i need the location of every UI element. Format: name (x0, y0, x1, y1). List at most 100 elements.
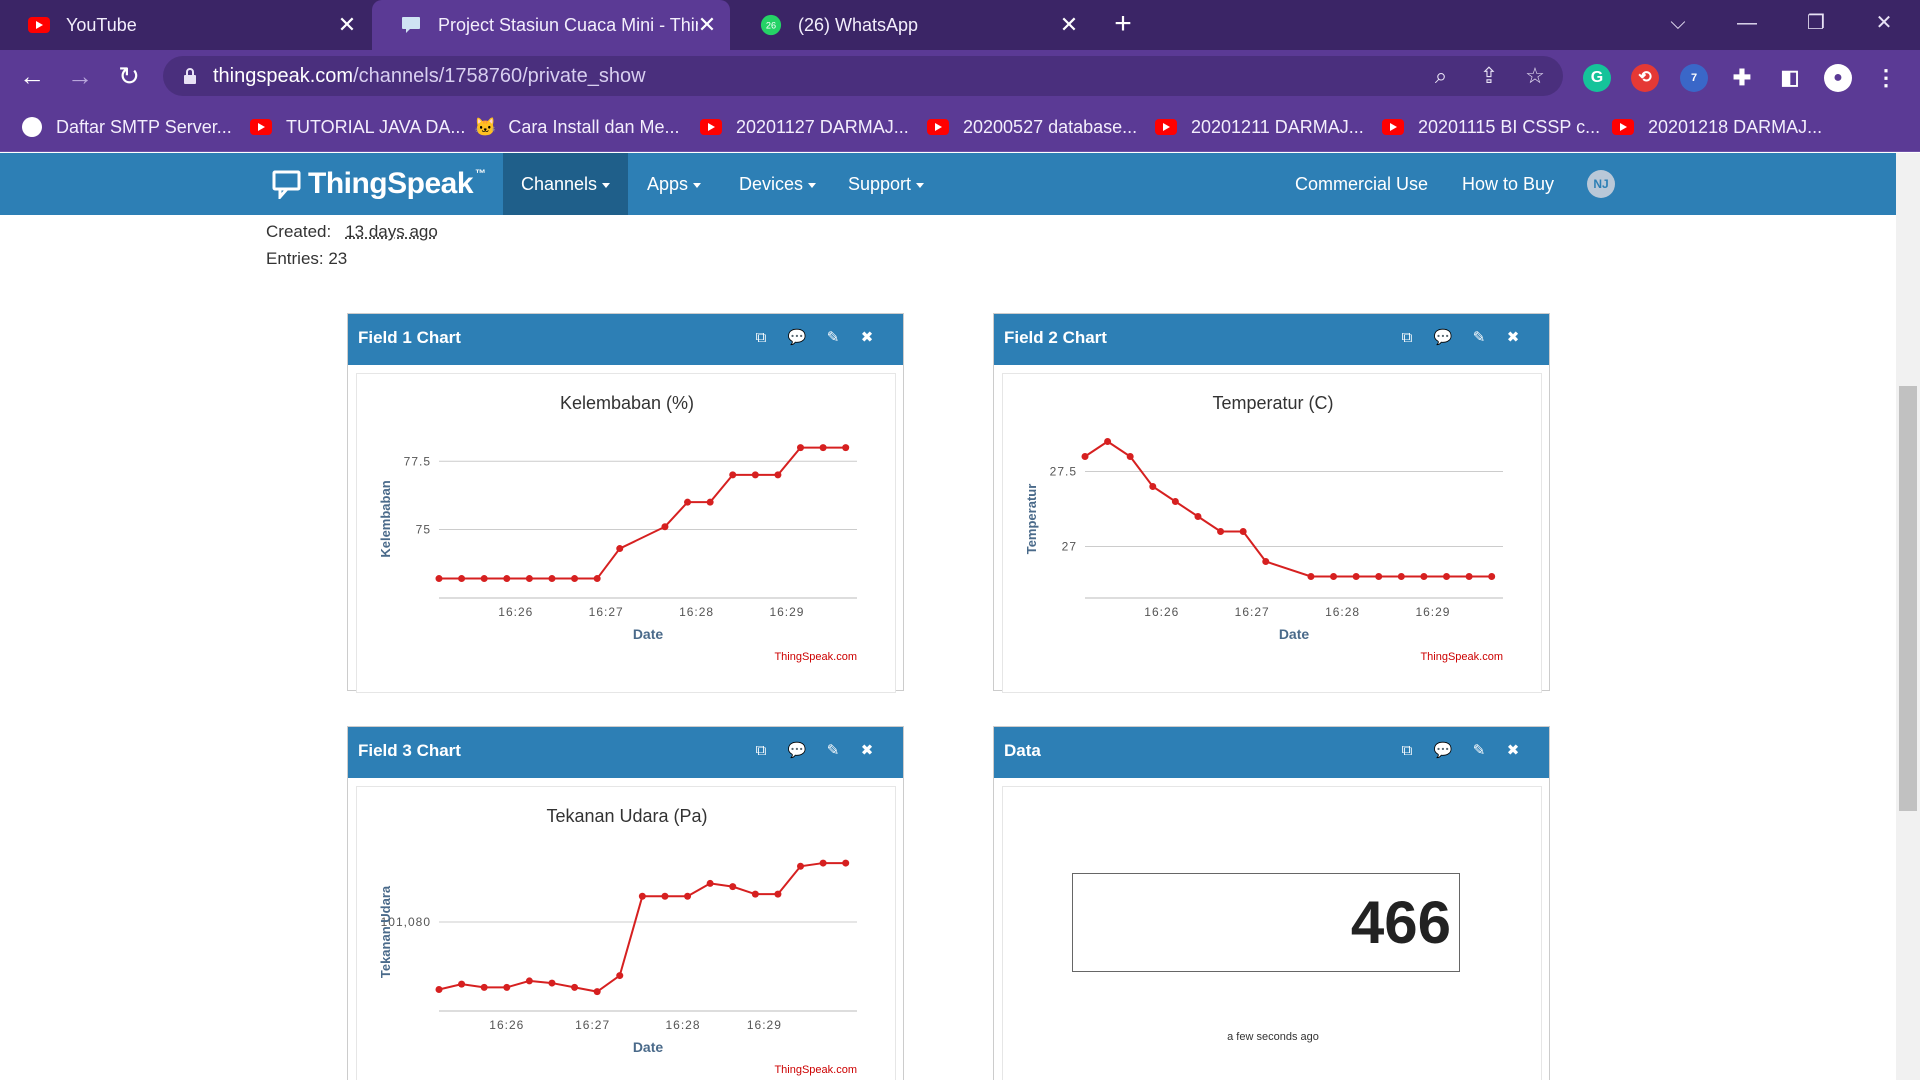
data-point (661, 523, 669, 531)
nav-commercial-use[interactable]: Commercial Use (1277, 153, 1446, 215)
nav-support[interactable]: Support (830, 153, 942, 215)
panel-title: Field 3 Chart (358, 741, 461, 760)
side-panel-icon[interactable]: ◧ (1776, 64, 1804, 92)
menu-dots-icon[interactable]: ⋮ (1872, 64, 1900, 92)
comment-icon[interactable]: 💬 (1432, 327, 1454, 349)
panel-header: Data ⧉ 💬 ✎ ✖ (994, 727, 1549, 778)
bookmark-item[interactable]: 20201127 DARMAJ... (700, 114, 909, 140)
close-icon[interactable]: ✖ (1502, 740, 1524, 762)
scrollbar[interactable] (1896, 153, 1920, 1080)
created-info: Created: 13 days ago (266, 222, 438, 241)
bookmark-item[interactable]: 🐱 Cara Install dan Me... (474, 114, 680, 140)
panel-header: Field 3 Chart ⧉ 💬 ✎ ✖ (348, 727, 903, 778)
pencil-icon[interactable]: ✎ (1468, 327, 1490, 349)
close-window-button[interactable]: ✕ (1864, 8, 1904, 38)
data-point (729, 471, 737, 479)
nav-channels[interactable]: Channels (503, 153, 629, 215)
y-axis-label: Temperatur (1024, 484, 1039, 555)
extension-badge-icon[interactable]: 7 (1680, 64, 1708, 92)
new-tab-button[interactable]: + (1108, 9, 1138, 40)
puzzle-icon[interactable]: ✚ (1728, 64, 1756, 92)
close-tab-icon[interactable]: ✕ (334, 12, 360, 38)
open-window-icon[interactable]: ⧉ (750, 740, 772, 762)
close-icon[interactable]: ✖ (856, 327, 878, 349)
restore-button[interactable]: ❐ (1796, 8, 1836, 38)
comment-icon[interactable]: 💬 (786, 740, 808, 762)
back-icon[interactable]: ← (16, 60, 48, 92)
grammarly-icon[interactable]: G (1583, 64, 1611, 92)
avatar[interactable]: NJ (1587, 170, 1615, 198)
youtube-icon (28, 14, 50, 36)
bookmark-star-icon[interactable]: ☆ (1521, 62, 1549, 90)
address-bar[interactable]: thingspeak.com/channels/1758760/private_… (163, 56, 1563, 96)
pencil-icon[interactable]: ✎ (822, 740, 844, 762)
data-point (1217, 528, 1225, 535)
page-content: ThingSpeak ™ Channels Apps Devices Suppor… (0, 153, 1920, 1080)
bookmark-item[interactable]: 20201211 DARMAJ... (1155, 114, 1364, 140)
data-point (571, 575, 579, 583)
data-point (1104, 438, 1112, 445)
scrollbar-thumb[interactable] (1899, 386, 1917, 811)
sync-extension-icon[interactable]: ⟲ (1631, 64, 1659, 92)
bookmark-item[interactable]: 20201218 DARMAJ... (1612, 114, 1822, 140)
comment-icon[interactable]: 💬 (786, 327, 808, 349)
close-tab-icon[interactable]: ✕ (694, 12, 720, 38)
nav-devices[interactable]: Devices (721, 153, 834, 215)
pencil-icon[interactable]: ✎ (1468, 740, 1490, 762)
tab-youtube[interactable]: YouTube ✕ (0, 0, 370, 50)
bookmark-item[interactable]: 20200527 database... (927, 114, 1137, 140)
data-point (503, 983, 511, 991)
series-line (438, 862, 846, 993)
open-window-icon[interactable]: ⧉ (750, 327, 772, 349)
field-3-chart-panel: Field 3 Chart ⧉ 💬 ✎ ✖ Tekanan Udara (Pa)… (347, 726, 904, 1080)
data-point (1081, 453, 1089, 460)
data-point (593, 575, 601, 583)
data-point (1262, 558, 1270, 565)
chart-credit: ThingSpeak.com (774, 651, 857, 663)
share-icon[interactable]: ⇪ (1475, 62, 1503, 90)
close-icon[interactable]: ✖ (856, 740, 878, 762)
y-tick-label: 75 (416, 522, 431, 536)
nav-how-to-buy[interactable]: How to Buy (1444, 153, 1572, 215)
tab-search-icon[interactable]: ⌵ (1658, 8, 1698, 38)
nav-apps[interactable]: Apps (629, 153, 719, 215)
reload-icon[interactable]: ↻ (113, 60, 145, 92)
bookmark-item[interactable]: 20201115 BI CSSP c... (1382, 114, 1600, 140)
forward-icon[interactable]: → (64, 60, 96, 92)
data-point (525, 977, 533, 985)
data-point (480, 983, 488, 991)
open-window-icon[interactable]: ⧉ (1396, 327, 1418, 349)
tab-thingspeak[interactable]: Project Stasiun Cuaca Mini - Thin ✕ (372, 0, 730, 50)
data-point (661, 892, 669, 900)
x-tick-label: 16:27 (1235, 605, 1270, 619)
pencil-icon[interactable]: ✎ (822, 327, 844, 349)
data-point (842, 444, 850, 452)
open-window-icon[interactable]: ⧉ (1396, 740, 1418, 762)
tab-whatsapp[interactable]: 26 (26) WhatsApp ✕ (732, 0, 1092, 50)
zoom-icon[interactable]: ⌕ (1427, 62, 1455, 90)
data-lamp-panel: Data ⧉ 💬 ✎ ✖ 466 a few seconds ago (993, 726, 1550, 1080)
comment-icon[interactable]: 💬 (1432, 740, 1454, 762)
numeric-value: 466 (1350, 889, 1451, 956)
x-tick-label: 16:27 (589, 605, 624, 619)
y-tick-label: 27 (1062, 540, 1077, 554)
panel-header: Field 1 Chart ⧉ 💬 ✎ ✖ (348, 314, 903, 365)
minimize-button[interactable]: — (1727, 8, 1767, 38)
close-tab-icon[interactable]: ✕ (1056, 12, 1082, 38)
data-point (797, 862, 805, 870)
svg-text:26: 26 (766, 21, 776, 31)
data-point (819, 859, 827, 867)
profile-icon[interactable]: ● (1824, 64, 1852, 92)
x-tick-label: 16:26 (498, 605, 533, 619)
data-point (1126, 453, 1134, 460)
bookmark-item[interactable]: Daftar SMTP Server... (22, 114, 232, 140)
data-point (774, 471, 782, 479)
field-1-chart-panel: Field 1 Chart ⧉ 💬 ✎ ✖ Kelembaban (%) 75 77… (347, 313, 904, 693)
close-icon[interactable]: ✖ (1502, 327, 1524, 349)
bookmark-item[interactable]: TUTORIAL JAVA DA... (250, 114, 465, 140)
panel-title: Data (1004, 741, 1041, 760)
data-point (1352, 573, 1360, 580)
series-line (439, 446, 846, 580)
kelembaban-chart: Kelembaban (%) 75 77.5 16:26 16:27 16:28 16:29… (378, 393, 857, 663)
thingspeak-logo[interactable]: ThingSpeak ™ (272, 165, 486, 203)
